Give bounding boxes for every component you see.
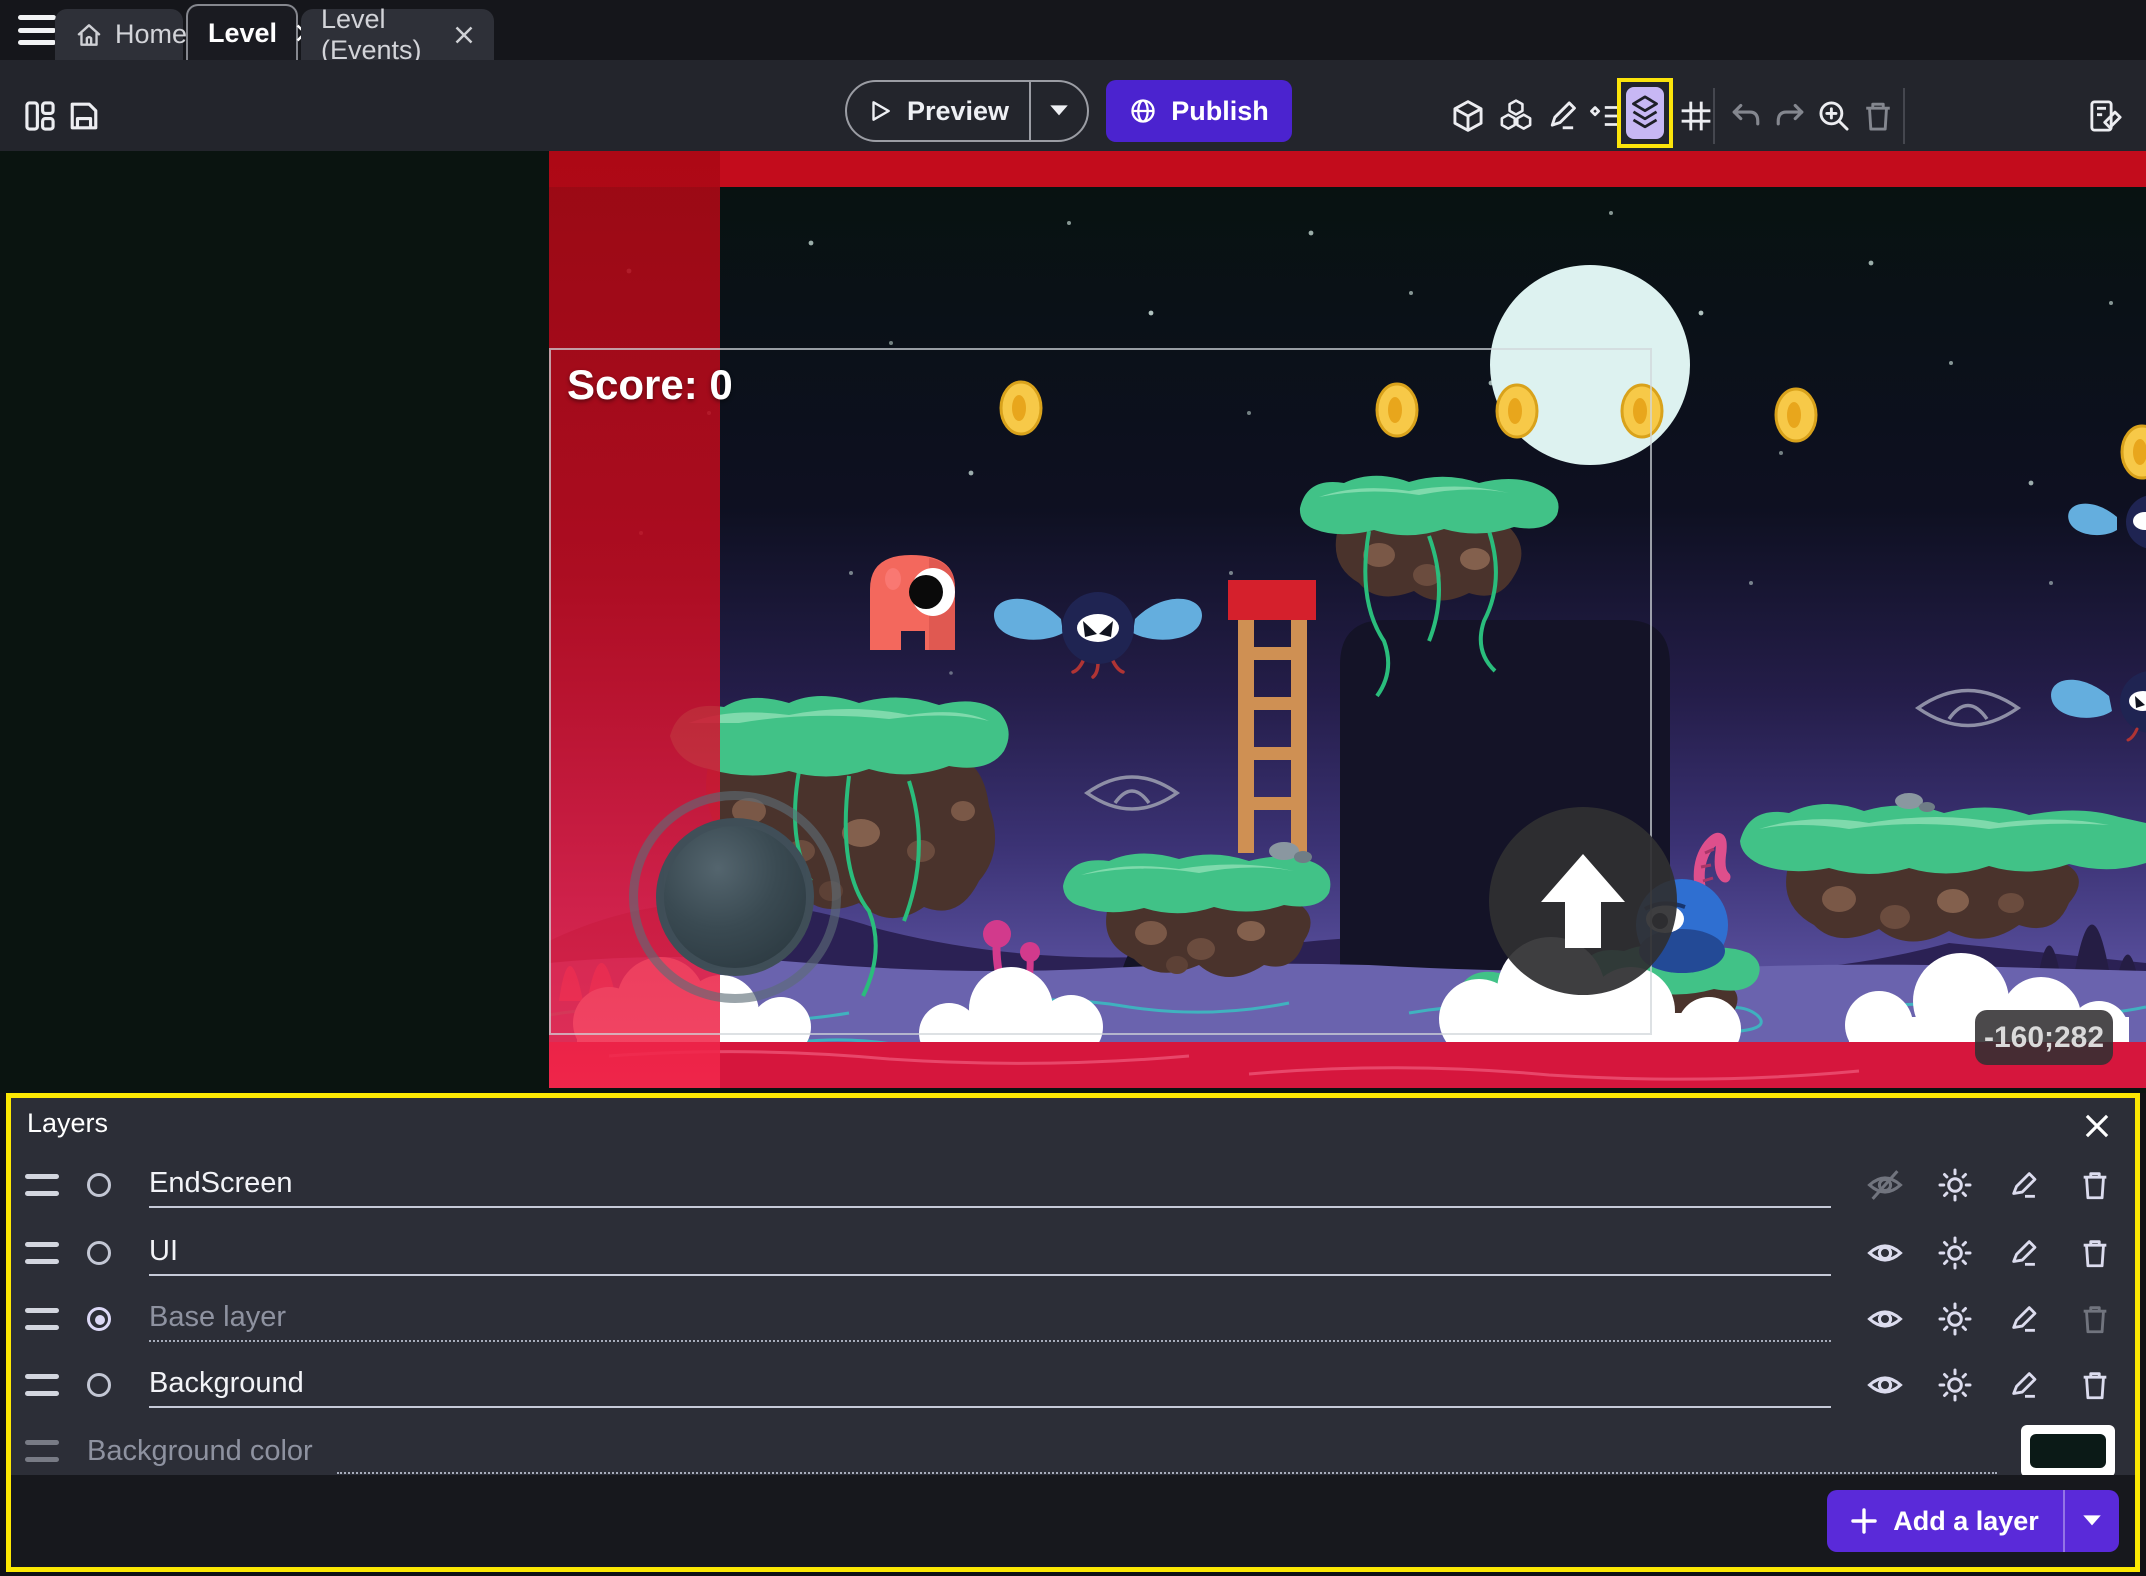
visibility-off-icon[interactable]	[1865, 1165, 1905, 1205]
layer-effects-icon[interactable]	[1935, 1365, 1975, 1405]
tab-level-events[interactable]: Level (Events)	[301, 9, 494, 60]
layer-row-endscreen: EndScreen	[11, 1156, 2135, 1214]
joystick-control[interactable]	[656, 818, 814, 976]
tab-level[interactable]: Level	[186, 4, 298, 60]
layer-effects-icon[interactable]	[1935, 1165, 1975, 1205]
instances-cubes-icon[interactable]	[1496, 96, 1536, 136]
objects-cube-icon[interactable]	[1448, 96, 1488, 136]
tab-label: Level	[208, 18, 277, 49]
cursor-coordinates-badge: -160;282	[1975, 1010, 2113, 1065]
delete-layer-icon[interactable]	[2075, 1165, 2115, 1205]
dashboard-icon[interactable]	[20, 96, 60, 136]
visibility-on-icon[interactable]	[1865, 1233, 1905, 1273]
play-icon	[867, 98, 893, 124]
preview-label: Preview	[907, 96, 1009, 127]
edit-layer-icon[interactable]	[2005, 1233, 2045, 1273]
layer-effects-icon[interactable]	[1935, 1233, 1975, 1273]
edit-layer-icon[interactable]	[2005, 1365, 2045, 1405]
layer-name-field[interactable]: Base layer	[149, 1296, 1831, 1342]
layer-name-field[interactable]: Background	[149, 1362, 1831, 1408]
close-panel-icon[interactable]	[2081, 1110, 2113, 1142]
preview-button[interactable]: Preview	[845, 80, 1089, 142]
close-tab-icon[interactable]	[454, 25, 474, 45]
kill-zone-bottom	[549, 1042, 2146, 1088]
layer-effects-icon[interactable]	[1935, 1299, 1975, 1339]
background-color-underline	[337, 1428, 1997, 1474]
visibility-on-icon[interactable]	[1865, 1365, 1905, 1405]
scene-editor-canvas[interactable]: Score: 0 -160;282	[0, 151, 2146, 1093]
layer-name-field[interactable]: EndScreen	[149, 1162, 1831, 1208]
grid-icon[interactable]	[1676, 96, 1716, 136]
plus-icon	[1851, 1508, 1877, 1534]
drag-handle-icon[interactable]	[25, 1242, 59, 1264]
drag-handle-icon	[25, 1440, 59, 1462]
zoom-in-icon[interactable]	[1814, 96, 1854, 136]
layers-panel: Layers EndScreen	[6, 1093, 2140, 1572]
globe-icon	[1129, 97, 1157, 125]
layers-panel-footer: Add a layer	[11, 1475, 2135, 1567]
save-icon[interactable]	[64, 96, 104, 136]
tab-label: Home	[115, 19, 187, 50]
add-layer-label: Add a layer	[1893, 1506, 2039, 1537]
background-color-label: Background color	[87, 1435, 313, 1468]
add-layer-dropdown[interactable]	[2065, 1514, 2119, 1528]
layer-row-base: Base layer	[11, 1290, 2135, 1348]
delete-layer-icon-disabled	[2075, 1299, 2115, 1339]
add-layer-button[interactable]: Add a layer	[1827, 1490, 2119, 1552]
layers-panel-title: Layers	[27, 1108, 108, 1139]
preview-options-dropdown[interactable]	[1031, 104, 1087, 118]
edit-pencil-icon[interactable]	[1544, 96, 1584, 136]
scene-properties-icon[interactable]	[2086, 96, 2126, 136]
layers-icon-highlight	[1617, 78, 1673, 148]
layer-select-radio[interactable]	[87, 1241, 111, 1265]
pebble	[1895, 793, 1923, 809]
publish-button[interactable]: Publish	[1106, 80, 1292, 142]
background-color-swatch[interactable]	[2021, 1425, 2115, 1477]
layer-name-field[interactable]: UI	[149, 1230, 1831, 1276]
gdevelop-editor-window: Home Level Level (Events)	[0, 0, 2146, 1576]
trash-icon[interactable]	[1858, 96, 1898, 136]
delete-layer-icon[interactable]	[2075, 1365, 2115, 1405]
main-menu-button[interactable]	[18, 15, 56, 45]
home-icon	[75, 21, 103, 49]
drag-handle-icon[interactable]	[25, 1174, 59, 1196]
tab-label: Level (Events)	[321, 4, 436, 66]
publish-label: Publish	[1171, 96, 1269, 127]
tab-home[interactable]: Home	[55, 9, 183, 60]
drag-handle-icon[interactable]	[25, 1308, 59, 1330]
layer-row-background: Background	[11, 1356, 2135, 1414]
layer-select-radio[interactable]	[87, 1307, 111, 1331]
visibility-on-icon[interactable]	[1865, 1299, 1905, 1339]
pebble	[1919, 802, 1935, 812]
layer-row-ui: UI	[11, 1224, 2135, 1282]
layer-select-radio[interactable]	[87, 1373, 111, 1397]
tab-bar: Home Level Level (Events)	[0, 0, 2146, 60]
undo-icon[interactable]	[1726, 96, 1766, 136]
layer-select-radio[interactable]	[87, 1173, 111, 1197]
layers-icon[interactable]	[1626, 87, 1664, 139]
background-color-row: Background color	[11, 1422, 2135, 1480]
jump-button[interactable]	[1489, 807, 1677, 995]
edit-layer-icon[interactable]	[2005, 1165, 2045, 1205]
drag-handle-icon[interactable]	[25, 1374, 59, 1396]
kill-zone-top	[549, 151, 2146, 187]
up-arrow-icon	[1533, 846, 1633, 956]
redo-icon[interactable]	[1770, 96, 1810, 136]
delete-layer-icon[interactable]	[2075, 1233, 2115, 1273]
edit-layer-icon[interactable]	[2005, 1299, 2045, 1339]
editor-toolbar: Preview Publish	[0, 60, 2146, 151]
score-hud-text[interactable]: Score: 0	[567, 361, 733, 409]
